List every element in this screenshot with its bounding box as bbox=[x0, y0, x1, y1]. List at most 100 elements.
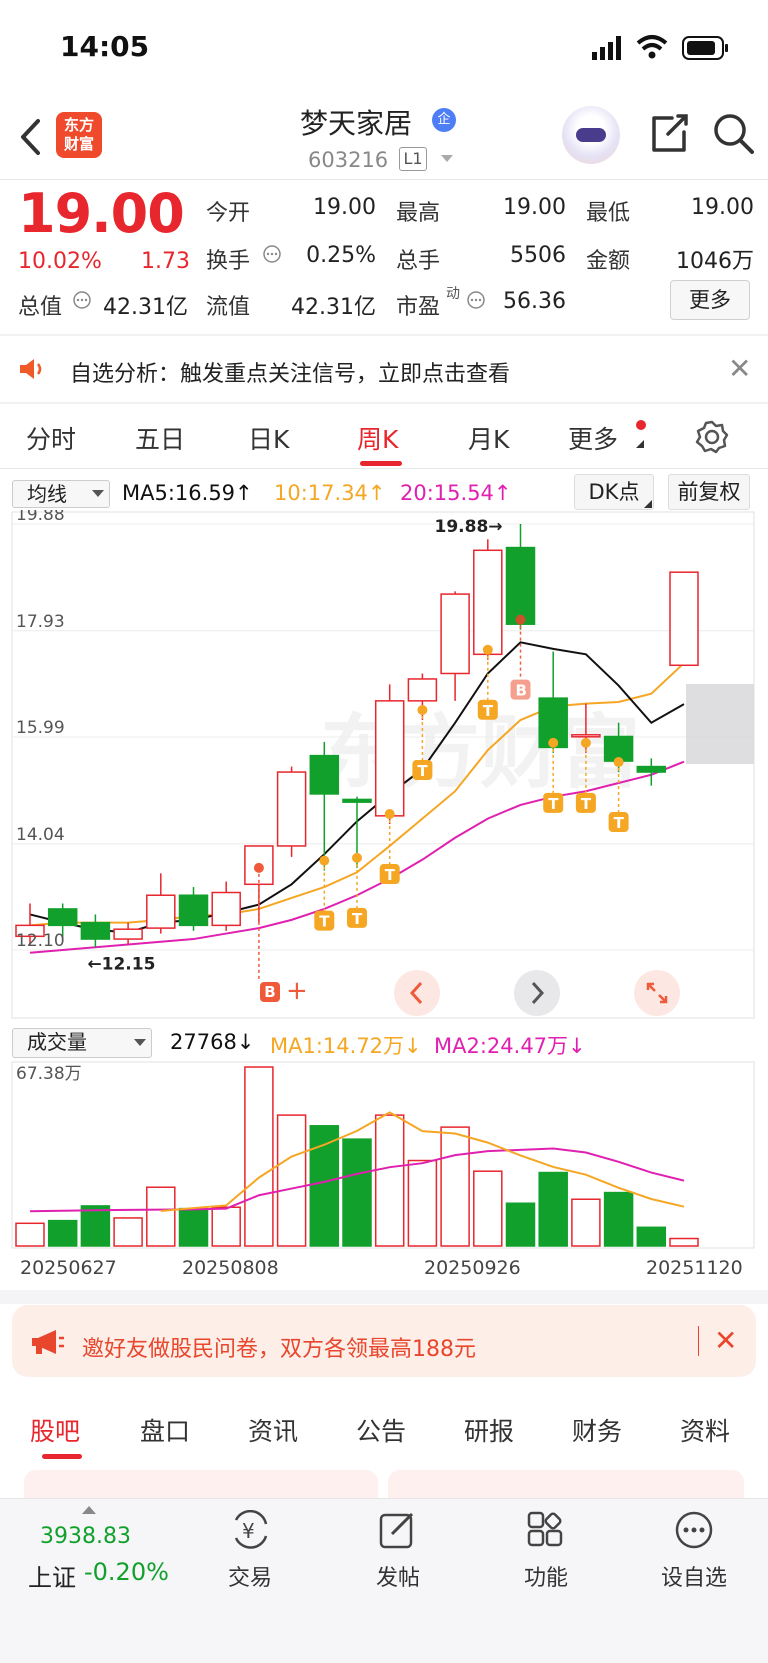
add-marker-icon[interactable]: + bbox=[286, 976, 308, 1006]
svg-text:¥: ¥ bbox=[242, 1519, 255, 1543]
promo-divider bbox=[698, 1326, 699, 1356]
ma20-value: 20:15.54↑ bbox=[400, 481, 512, 505]
index-change[interactable]: -0.20% bbox=[84, 1558, 169, 1586]
tab-profile[interactable]: 资料 bbox=[680, 1412, 730, 1448]
trade-yen-icon[interactable]: ¥ bbox=[228, 1510, 274, 1550]
expand-icon bbox=[646, 982, 668, 1004]
settings-gear-icon[interactable] bbox=[694, 419, 730, 455]
tab-guba[interactable]: 股吧 bbox=[30, 1412, 80, 1448]
candle-body bbox=[505, 546, 536, 625]
tab-monthly-k[interactable]: 月K bbox=[468, 420, 509, 456]
volume-bar bbox=[669, 1237, 699, 1247]
amount-label: 金额 bbox=[586, 249, 631, 274]
divider bbox=[0, 468, 768, 469]
battery-icon bbox=[682, 36, 728, 60]
info-icon[interactable] bbox=[466, 290, 486, 310]
tab-weekly-k[interactable]: 周K bbox=[357, 420, 398, 456]
signal-dot bbox=[613, 757, 624, 768]
more-button[interactable]: 更多 bbox=[670, 280, 750, 320]
t-marker-label: T bbox=[483, 702, 494, 720]
share-icon[interactable] bbox=[648, 112, 690, 154]
tab-daily-k[interactable]: 日K bbox=[248, 420, 289, 456]
y-tick-label: 14.04 bbox=[16, 825, 65, 845]
nav-trade[interactable]: 交易 bbox=[200, 1560, 300, 1592]
index-name[interactable]: 上证 bbox=[28, 1558, 76, 1593]
mktcap-value: 42.31亿 bbox=[103, 295, 188, 320]
signal-dot bbox=[417, 705, 428, 716]
nav-functions[interactable]: 功能 bbox=[496, 1560, 596, 1592]
index-value[interactable]: 3938.83 bbox=[40, 1524, 131, 1549]
candle-body bbox=[276, 771, 307, 847]
t-marker-label: T bbox=[417, 762, 428, 780]
volume-bar bbox=[440, 1126, 470, 1247]
t-marker-label: T bbox=[548, 795, 559, 813]
pe-label: 市盈 bbox=[396, 295, 441, 320]
fullscreen-button[interactable] bbox=[634, 970, 680, 1016]
level-badge[interactable]: L1 bbox=[399, 147, 427, 171]
volume-bar bbox=[538, 1171, 568, 1247]
turnover-label: 换手 bbox=[206, 249, 251, 274]
signal-dot bbox=[319, 855, 330, 866]
buy-marker-b[interactable]: B bbox=[260, 982, 280, 1002]
logo-text-bottom: 财富 bbox=[63, 135, 94, 153]
volume-bar bbox=[113, 1217, 143, 1247]
notice-text[interactable]: 自选分析：触发重点关注信号，立即点击查看 bbox=[70, 356, 510, 388]
more-dots-icon[interactable] bbox=[674, 1510, 714, 1550]
close-icon[interactable]: ✕ bbox=[714, 1324, 737, 1357]
signal-icon bbox=[592, 36, 621, 60]
volume-bar bbox=[146, 1186, 176, 1247]
candle-body bbox=[47, 908, 78, 927]
divider bbox=[0, 1290, 768, 1304]
candle-body bbox=[342, 798, 372, 803]
tab-handicap[interactable]: 盘口 bbox=[140, 1412, 190, 1448]
company-badge: 企 bbox=[432, 108, 456, 132]
next-button[interactable] bbox=[514, 970, 560, 1016]
volume-bar bbox=[342, 1138, 372, 1247]
status-bar: 14:05 bbox=[0, 0, 768, 95]
tab-research[interactable]: 研报 bbox=[464, 1412, 514, 1448]
dropdown-caret-icon[interactable] bbox=[440, 154, 454, 164]
volume-bar bbox=[178, 1207, 209, 1247]
post-edit-icon[interactable] bbox=[378, 1510, 418, 1550]
volume-chart[interactable]: 67.38万 20250627 20250808 20250926 20251120 bbox=[0, 1060, 768, 1290]
y-tick-label: 17.93 bbox=[16, 612, 65, 632]
close-icon[interactable]: ✕ bbox=[728, 352, 751, 385]
tab-announcements[interactable]: 公告 bbox=[356, 1412, 406, 1448]
signal-dot bbox=[352, 852, 362, 863]
tab-five-day[interactable]: 五日 bbox=[135, 420, 185, 456]
search-icon[interactable] bbox=[712, 112, 756, 156]
back-icon[interactable] bbox=[18, 118, 42, 156]
candlestick-chart[interactable]: 东方财富 19.88 17.93 15.99 14.04 12.10 19.88→ ←12.… bbox=[0, 510, 768, 1020]
nav-add-watchlist[interactable]: 设自选 bbox=[644, 1560, 744, 1592]
status-time: 14:05 bbox=[60, 30, 150, 63]
t-marker-label: T bbox=[385, 866, 396, 884]
ma5-value: MA5:16.59↑ bbox=[122, 481, 253, 505]
nav-post[interactable]: 发帖 bbox=[348, 1560, 448, 1592]
tab-finance[interactable]: 财务 bbox=[572, 1412, 622, 1448]
caret-up-icon bbox=[82, 1506, 96, 1514]
change-percent: 10.02% bbox=[18, 249, 102, 274]
info-icon[interactable] bbox=[262, 244, 282, 264]
tab-more[interactable]: 更多 bbox=[568, 420, 618, 456]
adjust-price-button[interactable]: 前复权 bbox=[668, 474, 750, 510]
candle-body bbox=[374, 700, 405, 817]
volume-indicator-label: 成交量 bbox=[27, 1030, 87, 1054]
prev-button[interactable] bbox=[394, 970, 440, 1016]
volume-indicator-select[interactable]: 成交量 bbox=[12, 1028, 152, 1058]
divider bbox=[0, 402, 768, 404]
volume-bar bbox=[636, 1226, 667, 1247]
functions-grid-icon[interactable] bbox=[526, 1510, 566, 1550]
candle-body bbox=[146, 894, 176, 929]
candle-body bbox=[407, 678, 438, 702]
ai-assistant-icon[interactable] bbox=[562, 106, 620, 164]
tab-timeshare[interactable]: 分时 bbox=[26, 420, 76, 456]
volume-bar bbox=[374, 1114, 405, 1247]
volume-bar bbox=[211, 1206, 241, 1247]
info-icon[interactable] bbox=[72, 290, 92, 310]
dk-point-button[interactable]: DK点 bbox=[574, 474, 654, 510]
promo-text[interactable]: 邀好友做股民问卷，双方各领最高188元 bbox=[82, 1331, 476, 1363]
open-label: 今开 bbox=[206, 201, 251, 226]
t-marker-label: T bbox=[352, 910, 363, 928]
candle-body bbox=[440, 593, 470, 675]
tab-news[interactable]: 资讯 bbox=[248, 1412, 298, 1448]
